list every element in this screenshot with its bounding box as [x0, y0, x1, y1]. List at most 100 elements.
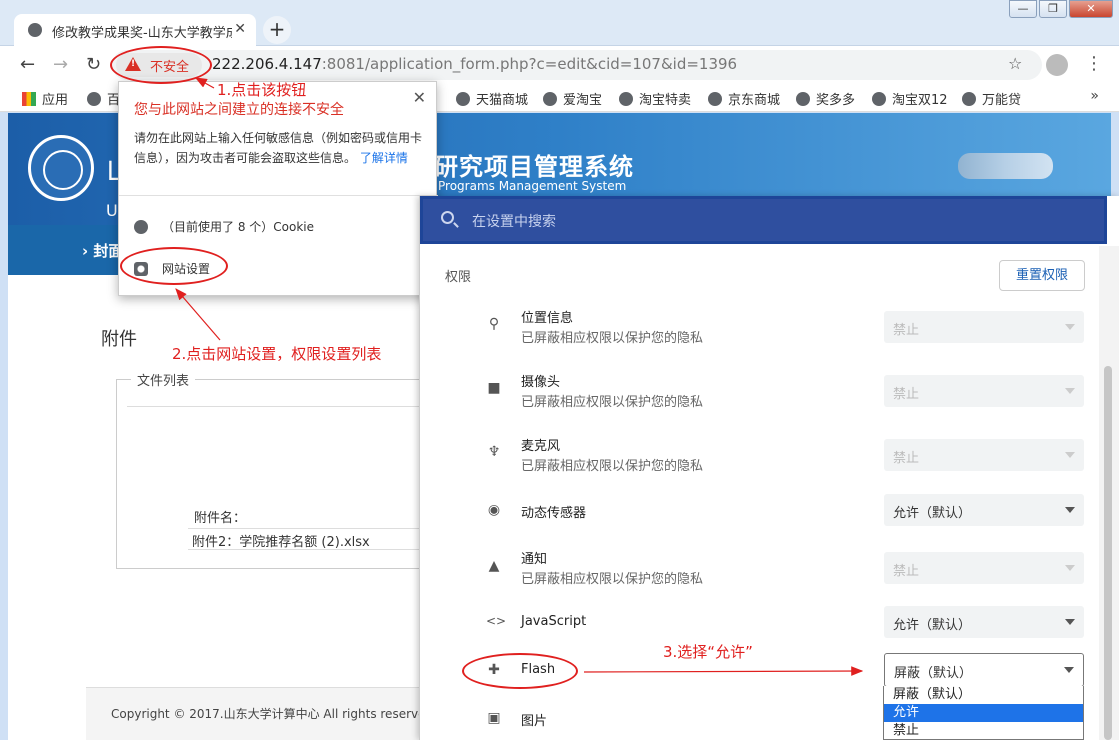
url-path: :8081/application_form.php?c=edit&cid=10…	[321, 55, 738, 73]
title-bar: 修改教学成果奖-山东大学教学成 ✕ + — ❐ ✕	[0, 0, 1119, 46]
notifications-select: 禁止	[884, 552, 1084, 584]
permission-name: 动态传感器	[521, 506, 587, 521]
bookmark-item[interactable]: 淘宝双12	[872, 89, 948, 108]
permission-sub: 已屏蔽相应权限以保护您的隐私	[521, 459, 704, 474]
window-controls: — ❐ ✕	[1007, 0, 1113, 20]
camera-select: 禁止	[884, 375, 1084, 407]
minimize-button[interactable]: —	[1009, 0, 1037, 18]
bookmark-item[interactable]: 淘宝特卖	[619, 89, 691, 108]
permission-name: 图片	[521, 714, 548, 729]
option-deny[interactable]: 禁止	[884, 722, 1083, 740]
microphone-icon: ♆	[487, 444, 501, 460]
reload-icon[interactable]: ↻	[86, 54, 101, 75]
permission-row-camera: ■ 摄像头 已屏蔽相应权限以保护您的隐私 禁止	[420, 360, 1098, 418]
flash-select[interactable]: 屏蔽（默认）	[884, 653, 1084, 687]
settings-header: 在设置中搜索	[420, 196, 1107, 244]
annotation-step3: 3.选择“允许”	[663, 643, 753, 661]
divider	[127, 406, 437, 407]
permissions-heading: 权限	[445, 270, 472, 285]
annotation-step2: 2.点击网站设置，权限设置列表	[172, 345, 382, 363]
university-logo	[28, 135, 94, 201]
attachment-name-label: 附件名：	[194, 511, 247, 526]
divider	[119, 195, 438, 196]
permission-sub: 已屏蔽相应权限以保护您的隐私	[521, 331, 704, 346]
globe-icon	[28, 23, 42, 37]
maximize-button[interactable]: ❐	[1039, 0, 1067, 18]
globe-icon	[708, 92, 722, 106]
globe-icon	[962, 92, 976, 106]
annotation-step1: 1.点击该按钮	[217, 81, 307, 99]
menu-dots-icon[interactable]: ⋮	[1085, 53, 1103, 74]
search-icon	[441, 211, 454, 224]
image-icon: ▣	[487, 710, 501, 726]
permission-name: 通知	[521, 552, 548, 567]
attachment-file-link[interactable]: 附件2：学院推荐名额 (2).xlsx	[188, 528, 428, 550]
permission-row-location: ⚲ 位置信息 已屏蔽相应权限以保护您的隐私 禁止	[420, 296, 1098, 354]
new-tab-button[interactable]: +	[263, 16, 291, 44]
option-allow[interactable]: 允许	[884, 704, 1083, 722]
globe-icon	[456, 92, 470, 106]
sensors-select[interactable]: 允许（默认）	[884, 494, 1084, 526]
attachment-heading: 附件	[101, 329, 137, 350]
permission-row-notifications: ▲ 通知 已屏蔽相应权限以保护您的隐私 禁止	[420, 536, 1098, 594]
globe-icon	[796, 92, 810, 106]
bookmark-item[interactable]: 京东商城	[708, 89, 780, 108]
microphone-select: 禁止	[884, 439, 1084, 471]
camera-icon: ■	[487, 380, 501, 396]
popup-description: 请勿在此网站上输入任何敏感信息（例如密码或信用卡信息），因为攻击者可能会盗取这些…	[134, 131, 423, 165]
flash-dropdown-list: 屏蔽（默认） 允许 禁止	[883, 686, 1084, 740]
globe-icon	[872, 92, 886, 106]
back-arrow-icon[interactable]: ←	[20, 54, 35, 75]
url-text[interactable]: 222.206.4.147:8081/application_form.php?…	[212, 55, 737, 73]
bookmarks-overflow-icon[interactable]: »	[1090, 88, 1099, 104]
permission-name: 摄像头	[521, 375, 561, 390]
scrollbar-thumb[interactable]	[1104, 366, 1112, 740]
permission-sub: 已屏蔽相应权限以保护您的隐私	[521, 395, 704, 410]
learn-more-link[interactable]: 了解详情	[360, 151, 408, 165]
globe-icon	[543, 92, 557, 106]
bookmark-apps[interactable]: 应用	[22, 89, 68, 108]
popup-title: 您与此网站之间建立的连接不安全	[134, 102, 344, 118]
bookmark-item[interactable]: 百	[87, 89, 120, 108]
cookie-icon	[134, 220, 148, 234]
forward-arrow-icon[interactable]: →	[53, 54, 68, 75]
permission-name: 位置信息	[521, 311, 574, 326]
globe-icon	[87, 92, 101, 106]
sensor-icon: ◉	[487, 502, 501, 518]
bell-icon: ▲	[488, 558, 500, 574]
window-close-button[interactable]: ✕	[1069, 0, 1113, 18]
browser-tab[interactable]: 修改教学成果奖-山东大学教学成 ✕	[14, 14, 256, 46]
apps-grid-icon	[22, 92, 36, 106]
banner-subtitle: Programs Management System	[438, 179, 627, 193]
cookie-row[interactable]: （目前使用了 8 个）Cookie	[134, 218, 314, 235]
tab-title: 修改教学成果奖-山东大学教学成	[52, 26, 232, 41]
settings-search-input[interactable]: 在设置中搜索	[423, 199, 1104, 241]
annotation-ellipse-flash	[462, 653, 578, 689]
page-footer: Copyright © 2017.山东大学计算中心 All rights res…	[86, 687, 433, 740]
popup-close-icon[interactable]: ✕	[413, 88, 426, 107]
annotation-ellipse-security	[110, 46, 212, 84]
reset-permissions-button[interactable]: 重置权限	[999, 260, 1085, 291]
bookmark-item[interactable]: 奖多多	[796, 89, 855, 108]
banner-title: 研究项目管理系统	[434, 153, 634, 181]
bookmark-item[interactable]: 天猫商城	[456, 89, 528, 108]
permission-sub: 已屏蔽相应权限以保护您的隐私	[521, 572, 704, 587]
search-placeholder: 在设置中搜索	[472, 214, 556, 230]
bookmark-item[interactable]: 爱淘宝	[543, 89, 602, 108]
permission-name: JavaScript	[521, 614, 587, 629]
option-block-default[interactable]: 屏蔽（默认）	[884, 686, 1083, 704]
tab-close-icon[interactable]: ✕	[234, 21, 246, 37]
bookmark-item[interactable]: 万能贷	[962, 89, 1021, 108]
file-list-legend: 文件列表	[131, 370, 196, 389]
code-icon: <>	[486, 614, 507, 628]
location-select: 禁止	[884, 311, 1084, 343]
settings-scrollbar[interactable]	[1099, 246, 1119, 740]
bookmark-star-icon[interactable]: ☆	[1008, 54, 1022, 73]
copyright-text: Copyright © 2017.山东大学计算中心 All rights res…	[111, 707, 434, 721]
permission-name: 麦克风	[521, 439, 561, 454]
location-icon: ⚲	[488, 316, 500, 332]
profile-avatar[interactable]	[1046, 54, 1068, 76]
user-info-blurred	[958, 153, 1053, 179]
javascript-select[interactable]: 允许（默认）	[884, 606, 1084, 638]
address-bar[interactable]: 不安全 222.206.4.147:8081/application_form.…	[112, 50, 1042, 80]
